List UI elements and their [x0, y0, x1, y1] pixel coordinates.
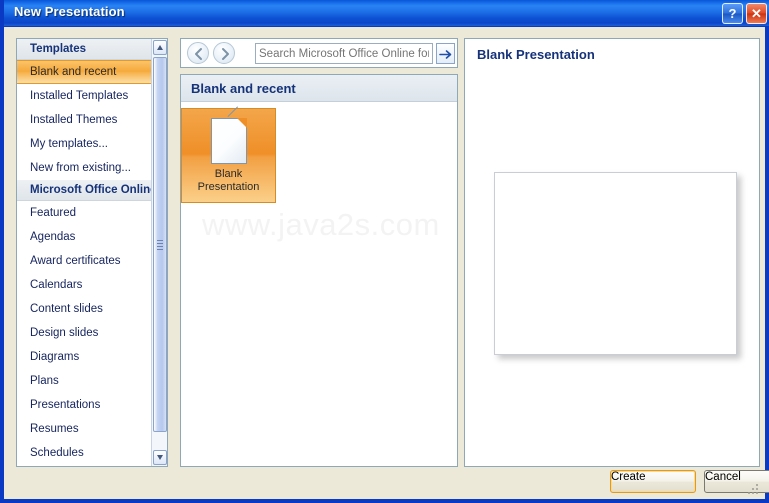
close-button[interactable]: ✕ — [746, 3, 767, 24]
back-arrow-icon[interactable] — [187, 42, 209, 64]
sidebar-item-content-slides[interactable]: Content slides — [17, 297, 167, 321]
scroll-up-arrow-icon[interactable] — [153, 40, 167, 55]
sidebar-item-installed-templates[interactable]: Installed Templates — [17, 84, 167, 108]
preview-title: Blank Presentation — [477, 47, 595, 62]
sidebar-item-calendars[interactable]: Calendars — [17, 273, 167, 297]
center-panel-header: Blank and recent — [181, 75, 457, 102]
sidebar-item-resumes[interactable]: Resumes — [17, 417, 167, 441]
help-button[interactable]: ? — [722, 3, 743, 24]
sidebar-item-installed-themes[interactable]: Installed Themes — [17, 108, 167, 132]
search-input[interactable] — [255, 43, 433, 64]
scroll-down-arrow-icon[interactable] — [153, 450, 167, 465]
template-tile-label: Blank Presentation — [197, 168, 260, 193]
template-tile-blank-presentation[interactable]: Blank Presentation — [181, 106, 276, 203]
search-toolbar — [180, 38, 458, 68]
sidebar-item-blank-and-recent[interactable]: Blank and recent — [17, 60, 167, 84]
preview-panel: Blank Presentation — [464, 38, 760, 467]
resize-grip-icon[interactable] — [748, 482, 760, 494]
template-browser-panel: Blank and recent Blank Presentation — [180, 74, 458, 467]
template-grid: Blank Presentation — [181, 102, 457, 203]
sidebar-item-agendas[interactable]: Agendas — [17, 225, 167, 249]
create-button[interactable]: Create — [610, 470, 696, 493]
slide-preview-thumbnail — [494, 172, 737, 355]
sidebar-group-header-templates: Templates — [17, 39, 167, 60]
sidebar-group-header-microsoft-office-online: Microsoft Office Online — [17, 180, 167, 201]
title-bar: New Presentation ? ✕ — [4, 0, 769, 27]
scrollbar-grip-icon — [157, 239, 163, 250]
sidebar-scrollbar-thumb[interactable] — [153, 57, 167, 432]
sidebar-item-design-slides[interactable]: Design slides — [17, 321, 167, 345]
sidebar-item-award-certificates[interactable]: Award certificates — [17, 249, 167, 273]
sidebar-item-new-from-existing[interactable]: New from existing... — [17, 156, 167, 180]
forward-arrow-icon[interactable] — [213, 42, 235, 64]
sidebar-item-diagrams[interactable]: Diagrams — [17, 345, 167, 369]
sidebar-item-plans[interactable]: Plans — [17, 369, 167, 393]
sidebar-scrollbar[interactable] — [151, 39, 167, 466]
sidebar-item-schedules[interactable]: Schedules — [17, 441, 167, 465]
go-arrow-icon[interactable] — [436, 43, 455, 64]
sidebar-item-presentations[interactable]: Presentations — [17, 393, 167, 417]
templates-sidebar: Templates Blank and recent Installed Tem… — [16, 38, 168, 467]
window-title: New Presentation — [14, 4, 125, 19]
sidebar-item-featured[interactable]: Featured — [17, 201, 167, 225]
sidebar-item-my-templates[interactable]: My templates... — [17, 132, 167, 156]
new-presentation-dialog: New Presentation ? ✕ Templates Blank and… — [0, 0, 769, 503]
blank-document-icon — [210, 106, 248, 164]
